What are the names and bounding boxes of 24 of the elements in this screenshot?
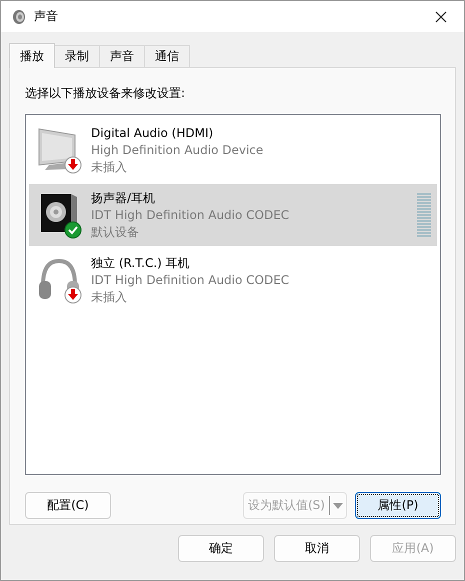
configure-button[interactable]: 配置(C) [25, 492, 111, 519]
device-item[interactable]: Digital Audio (HDMI) High Definition Audio Device 未插入 [29, 119, 437, 181]
device-status: 默认设备 [91, 224, 140, 240]
device-item[interactable]: 扬声器/耳机 IDT High Definition Audio CODEC 默认设备 [29, 184, 437, 246]
dialog-button[interactable]: 取消 [274, 535, 360, 562]
speaker-icon [12, 8, 26, 24]
instruction-text: 选择以下播放设备来修改设置: [25, 85, 186, 102]
dialog-button[interactable]: 确定 [178, 535, 264, 562]
device-driver: IDT High Definition Audio CODEC [91, 207, 290, 223]
caret-icon [333, 502, 343, 508]
window-title: 声音 [34, 8, 59, 25]
device-name: 独立 (R.T.C.) 耳机 [91, 255, 191, 271]
device-driver: IDT High Definition Audio CODEC [91, 272, 290, 288]
close-icon [435, 10, 447, 22]
device-name: Digital Audio (HDMI) [91, 125, 214, 141]
device-status: 未插入 [91, 159, 128, 175]
device-name: 扬声器/耳机 [91, 190, 156, 206]
device-driver: High Definition Audio Device [91, 142, 264, 158]
level-meter-icon [417, 193, 431, 237]
device-status: 未插入 [91, 289, 128, 305]
tab[interactable]: 播放 [9, 43, 55, 68]
device-item[interactable]: 独立 (R.T.C.) 耳机 IDT High Definition Audio CODEC 未插入 [29, 249, 437, 311]
properties-button[interactable]: 属性(P) [355, 492, 441, 519]
tab[interactable]: 通信 [144, 45, 190, 67]
